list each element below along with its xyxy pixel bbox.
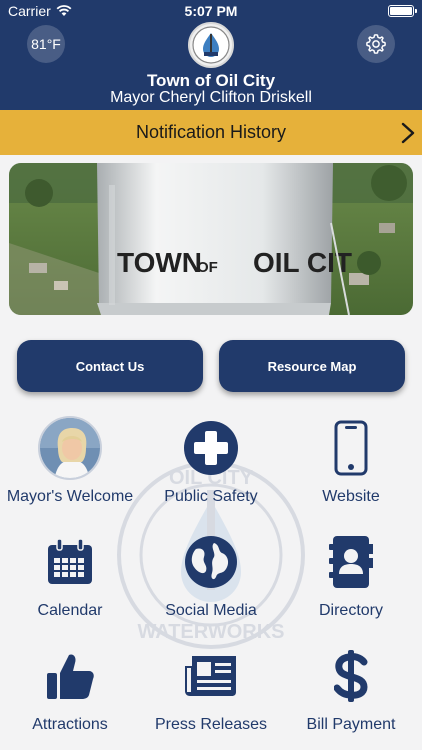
contact-us-button[interactable]: Contact Us bbox=[17, 340, 203, 392]
tile-attractions[interactable]: Attractions bbox=[0, 644, 140, 750]
resource-map-button[interactable]: Resource Map bbox=[219, 340, 405, 392]
tile-label: Social Media bbox=[165, 602, 257, 619]
settings-button[interactable] bbox=[357, 25, 395, 63]
tile-label: Public Safety bbox=[164, 488, 258, 505]
tile-website[interactable]: Website bbox=[281, 416, 421, 526]
tower-text-of: OF bbox=[197, 259, 218, 276]
mayor-avatar bbox=[38, 416, 102, 480]
app-header: 81°F Town of Oil City Mayor Cheryl Clift… bbox=[0, 22, 422, 110]
water-tower-banner: TOWN OF OIL CIT bbox=[9, 163, 413, 315]
address-book-icon bbox=[329, 536, 373, 588]
weather-temperature[interactable]: 81°F bbox=[27, 25, 65, 63]
notification-history-label: Notification History bbox=[135, 122, 287, 142]
tile-public-safety[interactable]: Public Safety bbox=[141, 416, 281, 526]
newspaper-icon bbox=[185, 656, 236, 696]
tile-bill-payment[interactable]: Bill Payment bbox=[281, 644, 421, 750]
tile-label: Mayor's Welcome bbox=[6, 488, 134, 505]
battery-icon bbox=[388, 5, 417, 17]
app-subtitle: Mayor Cheryl Clifton Driskell bbox=[110, 89, 312, 106]
tile-social-media[interactable]: Social Media bbox=[141, 530, 281, 640]
plus-circle-icon bbox=[184, 421, 238, 475]
waterworks-logo bbox=[188, 22, 234, 68]
clock: 5:07 PM bbox=[184, 3, 238, 19]
tower-text-town: TOWN bbox=[117, 247, 202, 278]
tile-press-releases[interactable]: Press Releases bbox=[141, 644, 281, 750]
app-title: Town of Oil City bbox=[146, 71, 276, 90]
gear-icon bbox=[366, 34, 386, 54]
chevron-right-icon bbox=[401, 122, 415, 144]
tile-label: Press Releases bbox=[154, 716, 268, 733]
tile-label: Website bbox=[322, 488, 380, 505]
dollar-icon bbox=[334, 650, 368, 702]
thumbs-up-icon bbox=[47, 654, 94, 699]
calendar-icon bbox=[48, 539, 92, 584]
globe-icon bbox=[185, 536, 237, 588]
tile-label: Calendar bbox=[37, 602, 103, 619]
tile-calendar[interactable]: Calendar bbox=[0, 530, 140, 640]
tile-mayors-welcome[interactable]: Mayor's Welcome bbox=[0, 416, 140, 526]
status-bar: Carrier 5:07 PM bbox=[0, 0, 422, 22]
tile-label: Bill Payment bbox=[306, 716, 396, 733]
tile-label: Attractions bbox=[32, 716, 108, 733]
phone-icon bbox=[334, 420, 368, 476]
tile-label: Directory bbox=[318, 602, 383, 619]
notification-history-bar[interactable]: Notification History bbox=[0, 110, 422, 155]
tile-directory[interactable]: Directory bbox=[281, 530, 421, 640]
